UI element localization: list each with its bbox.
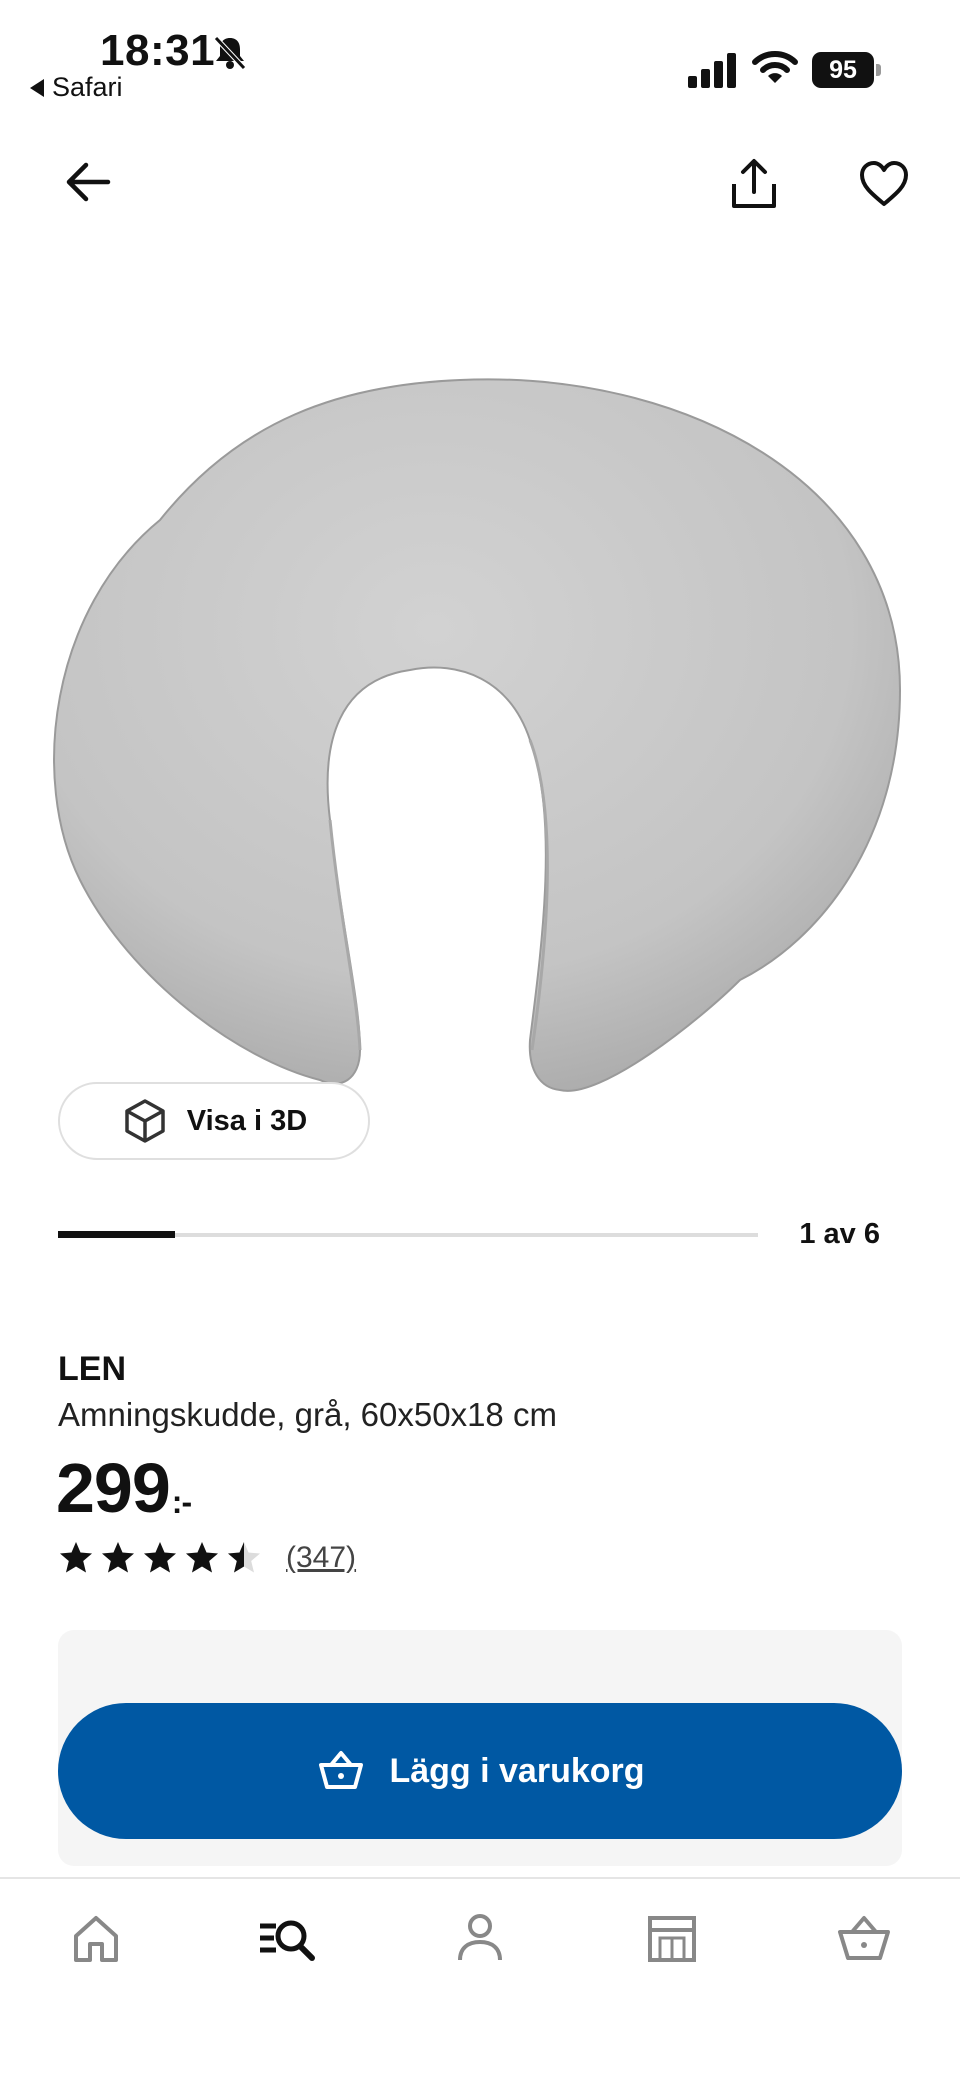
- bell-muted-icon: [210, 32, 250, 72]
- product-description: Amningskudde, grå, 60x50x18 cm: [58, 1396, 557, 1433]
- star-full-icon: [144, 1542, 176, 1573]
- star-half-icon: [228, 1542, 260, 1573]
- gallery-progress-fill: [58, 1231, 175, 1238]
- cube-icon: [125, 1099, 165, 1143]
- price-value: 299: [56, 1449, 171, 1527]
- profile-icon: [458, 1914, 502, 1961]
- search-icon: [260, 1920, 315, 1961]
- share-icon[interactable]: [726, 156, 782, 212]
- back-to-safari[interactable]: Safari: [30, 72, 123, 103]
- back-triangle-icon: [30, 78, 44, 97]
- wifi-icon: [752, 50, 798, 86]
- product-name: LEN: [58, 1350, 126, 1388]
- tab-store[interactable]: [642, 1908, 702, 1968]
- view-3d-button[interactable]: Visa i 3D: [58, 1082, 370, 1160]
- tab-search[interactable]: [258, 1908, 318, 1968]
- add-to-cart-button[interactable]: Lägg i varukorg: [58, 1703, 902, 1839]
- battery-level: 95: [812, 52, 874, 88]
- tab-basket[interactable]: [834, 1908, 894, 1968]
- home-icon: [74, 1916, 118, 1962]
- add-to-cart-label: Lägg i varukorg: [389, 1751, 645, 1790]
- product-rating[interactable]: (347): [58, 1540, 356, 1576]
- gallery-position: 1 av 6: [799, 1218, 880, 1250]
- product-price: 299 :-: [56, 1448, 192, 1528]
- store-icon: [648, 1916, 696, 1962]
- star-full-icon: [186, 1542, 218, 1573]
- battery-indicator: 95: [812, 52, 882, 88]
- basket-icon: [319, 1751, 364, 1789]
- star-full-icon: [60, 1542, 92, 1573]
- product-image[interactable]: [40, 360, 920, 1120]
- back-app-label: Safari: [52, 72, 123, 102]
- view-3d-label: Visa i 3D: [186, 1104, 308, 1137]
- star-full-icon: [102, 1542, 134, 1573]
- review-count-link[interactable]: (347): [286, 1541, 356, 1575]
- heart-icon[interactable]: [856, 156, 912, 212]
- rating-stars: [58, 1540, 262, 1576]
- tab-home[interactable]: [66, 1908, 126, 1968]
- status-time: 18:31: [100, 26, 216, 75]
- price-suffix: :-: [171, 1484, 192, 1520]
- basket-icon: [838, 1916, 890, 1960]
- tab-profile[interactable]: [450, 1908, 510, 1968]
- signal-icon: [688, 52, 738, 88]
- back-arrow-icon[interactable]: [62, 156, 114, 208]
